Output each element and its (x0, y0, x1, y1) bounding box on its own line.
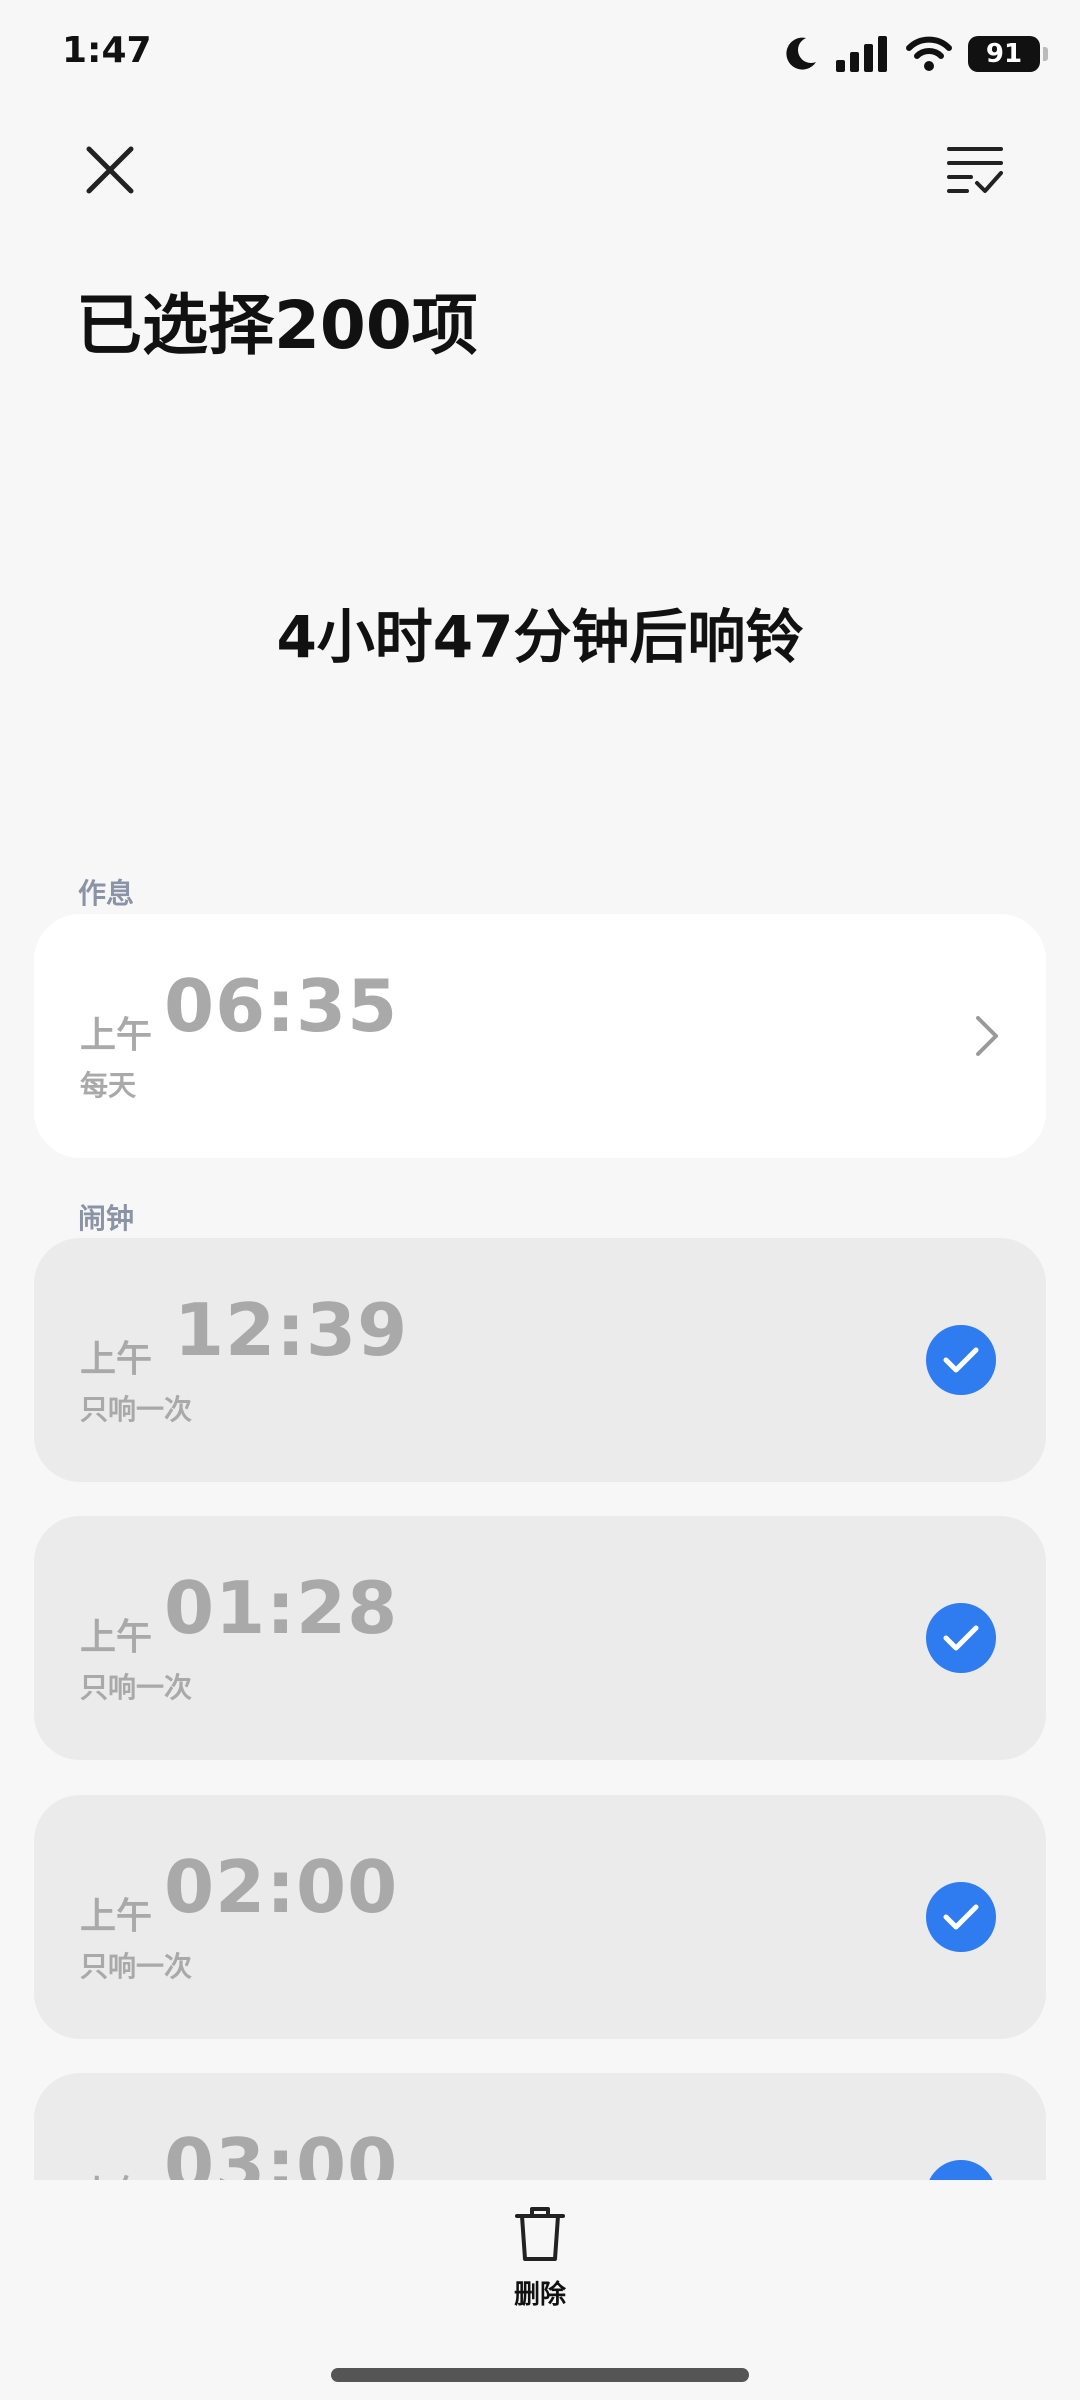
section-label-rest: 作息 (78, 877, 135, 910)
chevron-right-icon (976, 1016, 998, 1056)
alarm-ampm: 上午 (80, 1617, 153, 1658)
checklist-icon (947, 147, 1003, 193)
check-icon (943, 1625, 979, 1651)
moon-icon (786, 37, 816, 70)
status-icons: 91 (764, 32, 1048, 76)
next-ring-info: 4小时47分钟后响铃 (276, 603, 804, 671)
section-label-alarm: 闹钟 (78, 1202, 135, 1235)
alarm-time: 12:39 (174, 1288, 409, 1372)
trash-icon (515, 2207, 565, 2261)
alarm-repeat: 每天 (80, 1069, 137, 1102)
alarm-ampm: 上午 (80, 1015, 153, 1056)
alarm-repeat: 只响一次 (80, 1393, 193, 1426)
bottom-toolbar: 删除 (0, 2180, 1080, 2400)
alarm-card[interactable]: 上午 01:28 只响一次 (34, 1516, 1046, 1760)
alarm-time: 01:28 (164, 1566, 399, 1650)
signal-icon (836, 36, 887, 72)
alarm-repeat: 只响一次 (80, 1950, 193, 1983)
alarm-repeat: 只响一次 (80, 1671, 193, 1704)
screen: 1:47 91 已选择200项 4小时47分钟后响铃 作息 上午 06:35 每… (0, 0, 1080, 2400)
alarm-ampm: 上午 (80, 1896, 153, 1937)
home-indicator[interactable] (331, 2368, 749, 2382)
status-bar: 1:47 91 (0, 0, 1080, 110)
close-button[interactable] (65, 125, 155, 215)
alarm-ampm: 上午 (80, 1339, 153, 1380)
check-icon (943, 1347, 979, 1373)
select-all-button[interactable] (930, 125, 1020, 215)
status-time: 1:47 (62, 30, 152, 71)
alarm-card[interactable]: 上午 02:00 只响一次 (34, 1795, 1046, 2039)
alarm-checkbox[interactable] (926, 1882, 996, 1952)
close-icon (86, 146, 134, 194)
battery-level: 91 (985, 39, 1023, 69)
delete-label: 删除 (513, 2280, 566, 2310)
check-icon (943, 1904, 979, 1930)
wifi-icon (906, 36, 952, 71)
battery-indicator: 91 (968, 36, 1048, 72)
delete-button[interactable]: 删除 (490, 2204, 590, 2314)
page-title: 已选择200项 (76, 287, 478, 364)
alarm-checkbox[interactable] (926, 1603, 996, 1673)
alarm-card-rest[interactable]: 上午 06:35 每天 (34, 914, 1046, 1158)
alarm-time: 02:00 (164, 1845, 399, 1929)
alarm-card[interactable]: 上午 12:39 只响一次 (34, 1238, 1046, 1482)
alarm-time: 06:35 (164, 964, 399, 1048)
alarm-checkbox[interactable] (926, 1325, 996, 1395)
